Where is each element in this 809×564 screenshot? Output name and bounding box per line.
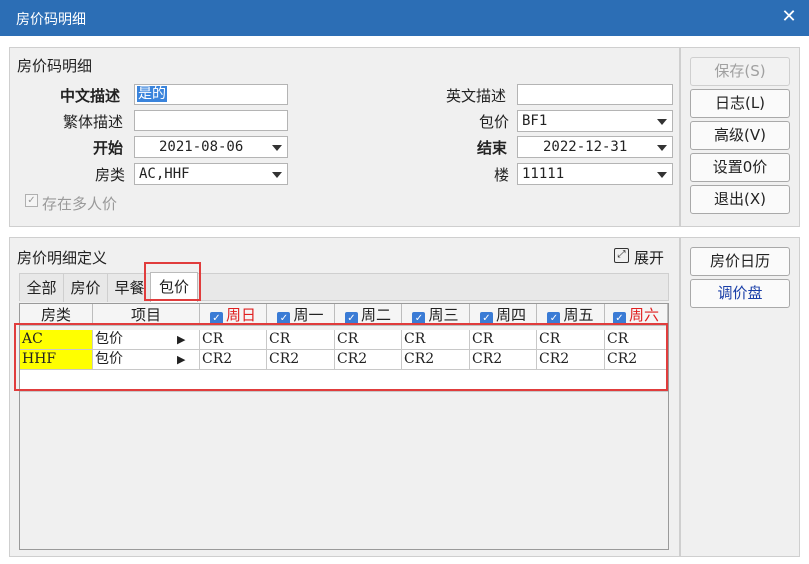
rows-highlight-box — [14, 323, 668, 391]
expand-icon: ⤢ — [614, 248, 629, 263]
room-type-select[interactable]: AC,HHF — [134, 163, 288, 185]
expand-toggle[interactable]: ⤢ 展开 — [612, 247, 672, 267]
expand-label: 展开 — [634, 249, 665, 267]
start-date-value: 2021-08-06 — [159, 139, 244, 155]
end-date-value: 2022-12-31 — [543, 139, 628, 155]
title-bar: 房价码明细 ✕ — [0, 0, 809, 36]
trad-desc-input[interactable] — [134, 110, 288, 131]
col-sat-label: 周六 — [628, 306, 659, 324]
en-desc-label: 英文描述 — [446, 87, 507, 105]
rate-calendar-button[interactable]: 房价日历 — [690, 247, 790, 276]
active-tab-highlight-box — [144, 262, 201, 301]
building-select[interactable]: 11111 — [517, 163, 673, 185]
tab-strip: 全部 房价 早餐 包价 — [19, 272, 669, 302]
chevron-down-icon — [657, 145, 667, 151]
trad-desc-label: 繁体描述 — [63, 113, 124, 131]
end-label: 结束 — [477, 139, 508, 157]
end-date-select[interactable]: 2022-12-31 — [517, 136, 673, 158]
tab-all[interactable]: 全部 — [20, 274, 64, 302]
package-value: BF1 — [522, 113, 548, 129]
room-type-value: AC,HHF — [139, 166, 190, 182]
section-title: 房价码明细 — [17, 57, 93, 75]
building-label: 楼 — [494, 166, 510, 184]
chevron-down-icon — [657, 172, 667, 178]
cn-desc-input[interactable]: 是的 — [134, 84, 288, 105]
col-mon-label: 周一 — [293, 306, 324, 324]
cn-desc-value: 是的 — [137, 86, 167, 102]
exit-button[interactable]: 退出(X) — [690, 185, 790, 214]
col-sun-label: 周日 — [225, 306, 256, 324]
building-value: 11111 — [522, 166, 565, 182]
close-icon[interactable]: ✕ — [778, 5, 800, 29]
window-title: 房价码明细 — [16, 12, 86, 28]
rate-adjust-button[interactable]: 调价盘 — [690, 279, 790, 308]
package-label: 包价 — [479, 113, 510, 131]
set-zero-price-button[interactable]: 设置0价 — [690, 153, 790, 182]
tab-room-rate[interactable]: 房价 — [64, 274, 108, 302]
start-label: 开始 — [93, 139, 124, 157]
multi-price-checkbox[interactable]: ✓ — [25, 194, 38, 207]
en-desc-input[interactable] — [517, 84, 673, 105]
save-button[interactable]: 保存(S) — [690, 57, 790, 86]
cn-desc-label: 中文描述 — [60, 87, 121, 105]
multi-price-label: 存在多人价 — [42, 195, 118, 213]
log-button[interactable]: 日志(L) — [690, 89, 790, 118]
room-type-label: 房类 — [95, 166, 126, 184]
col-wed-label: 周三 — [428, 306, 459, 324]
start-date-select[interactable]: 2021-08-06 — [134, 136, 288, 158]
package-select[interactable]: BF1 — [517, 110, 673, 132]
col-fri-label: 周五 — [563, 306, 594, 324]
advanced-button[interactable]: 高级(V) — [690, 121, 790, 150]
col-thu-label: 周四 — [495, 306, 526, 324]
chevron-down-icon — [657, 119, 667, 125]
col-tue-label: 周二 — [360, 306, 391, 324]
rate-detail-title: 房价明细定义 — [17, 249, 108, 267]
chevron-down-icon — [272, 145, 282, 151]
chevron-down-icon — [272, 172, 282, 178]
